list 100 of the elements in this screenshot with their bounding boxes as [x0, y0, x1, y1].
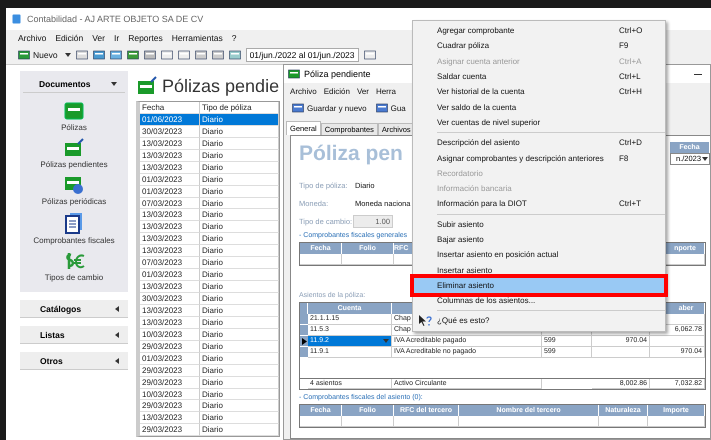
new-document-icon	[18, 50, 30, 60]
document-icon	[288, 69, 300, 79]
list-row[interactable]: 01/03/2023 Diario	[140, 352, 279, 365]
column-header[interactable]: Tipo de póliza	[200, 102, 279, 114]
menu-item[interactable]: ?	[232, 33, 236, 43]
save-button[interactable]: Gua	[374, 103, 408, 113]
list-row[interactable]: 13/03/2023 Diario	[140, 209, 279, 222]
menu-item[interactable]: Herra	[376, 86, 396, 96]
document-pin-icon	[63, 138, 85, 158]
menu-item[interactable]: Insertar asiento	[413, 262, 665, 278]
menu-item[interactable]: Reportes	[128, 33, 163, 43]
document-stack-icon	[62, 101, 85, 121]
table-cell: 07/03/2023	[140, 257, 200, 270]
table-cell: Diario	[200, 352, 279, 365]
nav-item-label: Tipos de cambio	[44, 273, 104, 282]
list-row[interactable]: 13/03/2023 Diario	[140, 304, 279, 317]
nav-item[interactable]: Pólizas pendientes	[40, 138, 108, 169]
list-row[interactable]: 13/03/2023 Diario	[140, 162, 279, 174]
list-row[interactable]: 29/03/2023 Diario	[140, 400, 279, 412]
list-row[interactable]: 01/03/2023 Diario	[140, 174, 279, 186]
nav-item[interactable]: Tipos de cambio	[44, 251, 104, 282]
list-row[interactable]: 30/03/2023 Diario	[140, 126, 279, 138]
table-cell: 13/03/2023	[140, 316, 200, 329]
list-row[interactable]: 30/03/2023 Diario	[140, 293, 279, 305]
nav-item[interactable]: Comprobantes fiscales	[33, 212, 115, 245]
list-row[interactable]: 13/03/2023 Diario	[140, 245, 279, 258]
menu-item[interactable]: Edición	[55, 33, 84, 43]
nav-section[interactable]: Listas	[20, 326, 128, 344]
menu-item[interactable]: Archivo	[18, 33, 46, 43]
window-title: Póliza pendiente	[304, 69, 371, 79]
table-cell: Diario	[200, 221, 279, 234]
list-row[interactable]: 29/03/2023 Diario	[140, 424, 279, 436]
menu-item[interactable]: Ver historial de la cuenta Ctrl+H	[413, 84, 665, 100]
table-cell: 13/03/2023	[140, 209, 200, 222]
list-row[interactable]: 13/03/2023 Diario	[140, 150, 279, 162]
menu-item[interactable]: Ver saldo de la cuenta	[413, 99, 665, 115]
menu-item[interactable]: Ir	[114, 33, 120, 43]
table-cell: Diario	[200, 412, 279, 424]
new-button[interactable]: Nuevo	[16, 50, 60, 60]
menu-item[interactable]: Agregar comprobante Ctrl+O	[413, 23, 665, 38]
list-row[interactable]: 13/03/2023 Diario	[140, 412, 279, 424]
expand-icon	[114, 332, 120, 338]
help-pointer-icon	[419, 315, 432, 326]
menu-item[interactable]: Ver	[92, 33, 105, 43]
save-button[interactable]: Guardar y nuevo	[290, 103, 369, 113]
list-row[interactable]: 29/03/2023 Diario	[140, 340, 279, 353]
menu-item[interactable]: Saldar cuenta Ctrl+L	[413, 68, 665, 84]
menu-item[interactable]: Asignar comprobantes y descripción anteriores F8	[413, 150, 665, 166]
menu-item[interactable]: Ver cuentas de nivel superior	[413, 114, 665, 130]
table-cell	[300, 416, 342, 427]
list-row[interactable]: 10/03/2023 Diario	[140, 328, 279, 341]
list-row[interactable]: 07/03/2023 Diario	[140, 198, 279, 210]
list-row[interactable]: 01/03/2023 Diario	[140, 186, 279, 198]
list-row[interactable]: 01/03/2023 Diario	[140, 269, 279, 282]
list-row[interactable]: 01/06/2023 Diario	[140, 114, 279, 126]
table-cell: 01/06/2023	[140, 114, 200, 126]
list-row[interactable]: 13/03/2023 Diario	[140, 316, 279, 329]
menu-item[interactable]: Edición	[324, 86, 350, 96]
list-row[interactable]: 13/03/2023 Diario	[140, 221, 279, 234]
nav-header[interactable]: Documentos	[23, 75, 125, 93]
table-cell: Diario	[200, 328, 279, 341]
menu-item[interactable]: Subir asiento	[413, 216, 665, 232]
nav-item-label: Pólizas	[61, 123, 87, 132]
list-row[interactable]: 10/03/2023 Diario	[140, 388, 279, 400]
table-cell	[592, 347, 650, 358]
nav-section[interactable]: Catálogos	[20, 300, 128, 318]
menu-item[interactable]: Cuadrar póliza F9	[413, 38, 665, 54]
column-header[interactable]: Fecha	[140, 102, 200, 114]
list-title: Pólizas pendie	[162, 76, 280, 96]
table-cell	[394, 416, 459, 427]
list-row[interactable]: 13/03/2023 Diario	[140, 233, 279, 246]
table-cell: 29/03/2023	[140, 424, 200, 436]
menu-item[interactable]: Ver	[356, 86, 369, 96]
menu-item[interactable]: Archivo	[290, 86, 317, 96]
date-range-field[interactable]: 01/jun./2022 al 01/jun./2023	[246, 48, 358, 62]
row-header[interactable]	[300, 336, 308, 347]
table-cell: 13/03/2023	[140, 304, 200, 317]
table-cell: Diario	[200, 114, 279, 126]
menu-item[interactable]: Herramientas	[172, 33, 223, 43]
table-cell: 13/03/2023	[140, 138, 200, 150]
menu-item[interactable]: Descripción del asiento Ctrl+D	[413, 135, 665, 150]
dropdown-icon	[64, 52, 71, 58]
table-cell: Diario	[200, 233, 279, 246]
document-pin-icon	[136, 76, 158, 96]
list-row[interactable]: 29/03/2023 Diario	[140, 364, 279, 377]
table-cell: 13/03/2023	[140, 233, 200, 246]
nav-section-label: Otros	[40, 356, 63, 366]
list-row[interactable]: 07/03/2023 Diario	[140, 257, 279, 270]
menu-item[interactable]: Información para la DIOT Ctrl+T	[413, 196, 665, 212]
list-row[interactable]: 13/03/2023 Diario	[140, 281, 279, 293]
list-row[interactable]: 13/03/2023 Diario	[140, 138, 279, 150]
table-cell: 13/03/2023	[140, 162, 200, 174]
window-title: Contabilidad - AJ ARTE OBJETO SA DE CV	[27, 14, 204, 24]
nav-item[interactable]: Pólizas	[61, 101, 87, 132]
nav-item[interactable]: Pólizas periódicas	[42, 175, 106, 206]
nav-section[interactable]: Otros	[20, 352, 128, 370]
table-cell: Diario	[200, 376, 279, 388]
table-cell: 13/03/2023	[140, 412, 200, 424]
table-cell: Diario	[200, 162, 279, 174]
list-row[interactable]: 29/03/2023 Diario	[140, 376, 279, 388]
